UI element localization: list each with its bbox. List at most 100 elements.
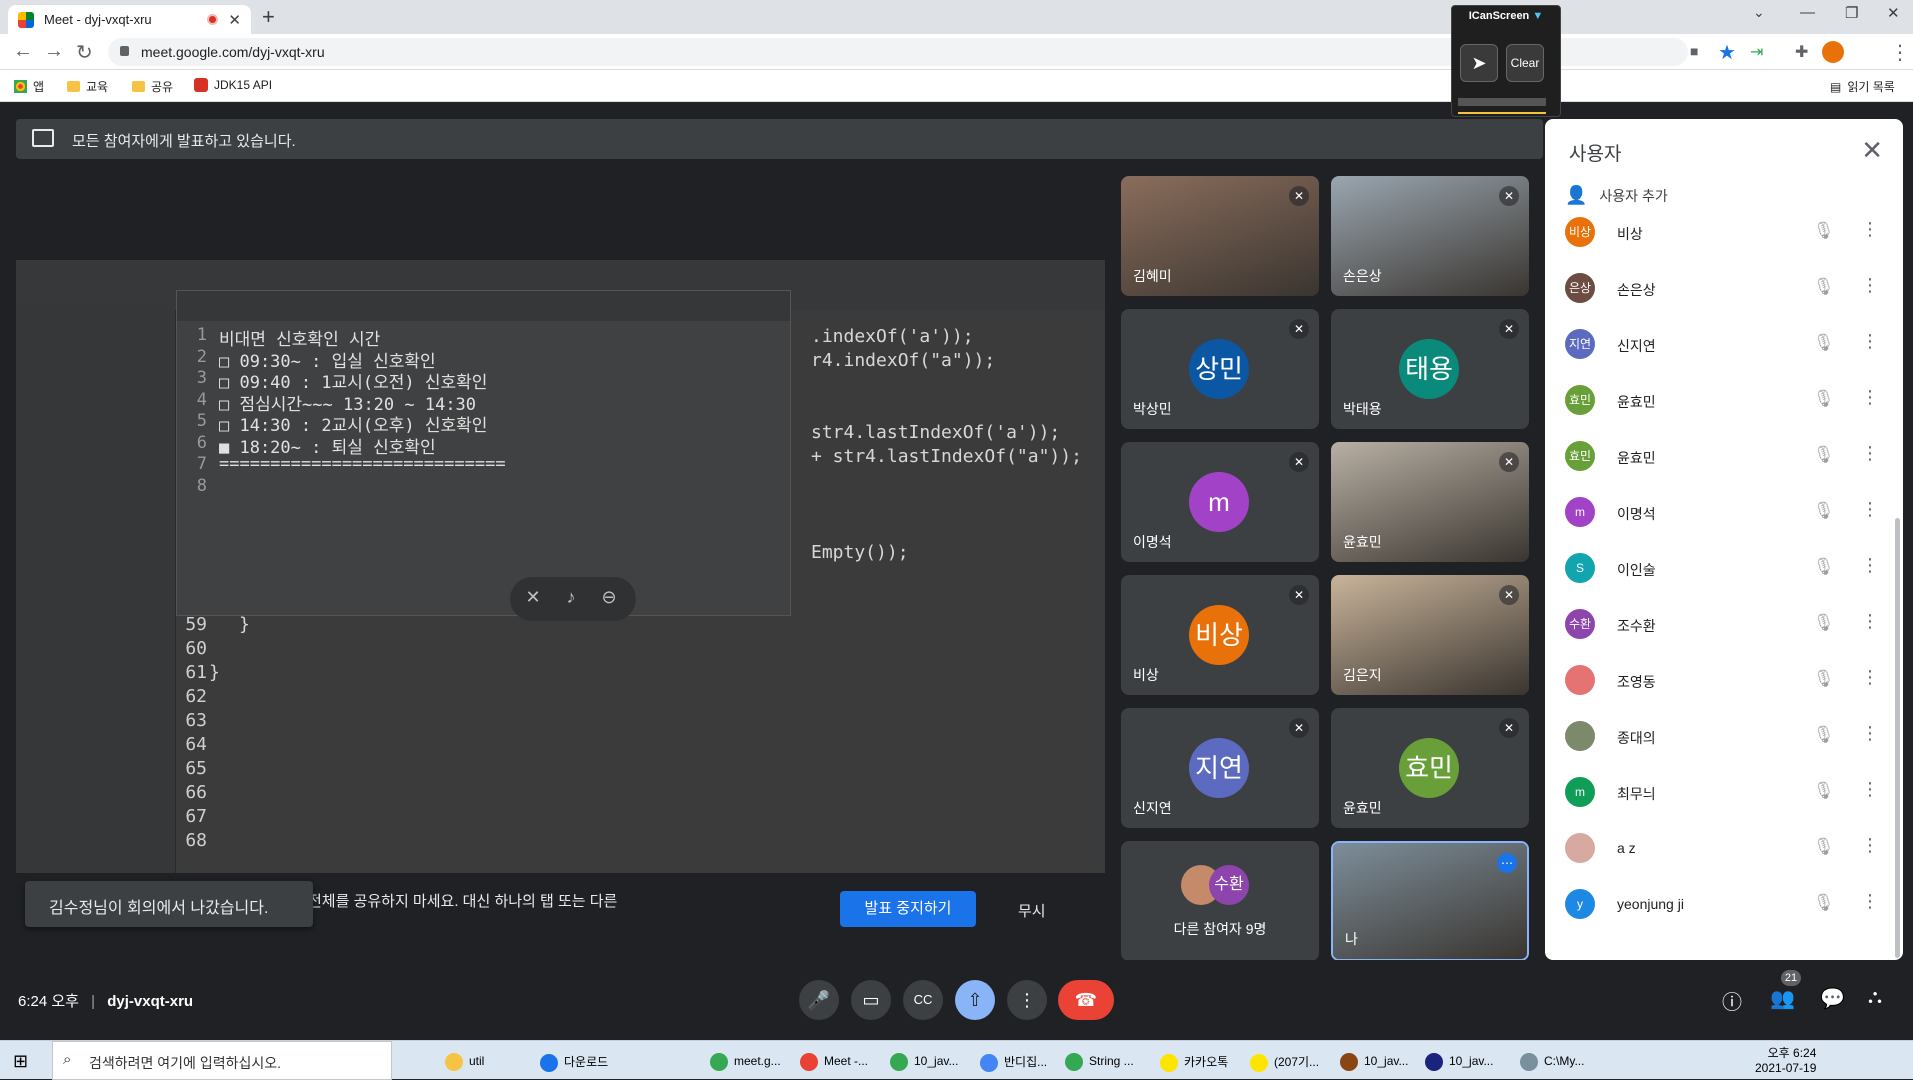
camera-button[interactable]: ▭	[851, 980, 891, 1020]
participant-row[interactable]: m 최무늬 🎙 ⋮	[1565, 771, 1887, 811]
taskbar-item[interactable]: 다운로드	[540, 1053, 608, 1072]
more-icon[interactable]: ⋯	[1497, 853, 1517, 873]
taskbar-item[interactable]: Meet -...	[800, 1053, 868, 1071]
panel-scrollbar[interactable]	[1895, 518, 1900, 958]
close-panel-button[interactable]: ✕	[1861, 135, 1883, 166]
info-icon[interactable]: ⓘ	[1722, 986, 1742, 1015]
mic-off-icon[interactable]: 🎙	[1813, 557, 1835, 577]
tools-strip[interactable]	[1458, 98, 1546, 106]
participant-tile[interactable]: 손은상 ✕	[1331, 176, 1529, 296]
more-options-icon[interactable]: ⋮	[1861, 331, 1879, 352]
more-options-icon[interactable]: ⋮	[1861, 723, 1879, 744]
chat-icon[interactable]: 💬	[1820, 986, 1845, 1011]
participant-tile[interactable]: 비상 비상 ✕	[1121, 575, 1319, 695]
mic-off-icon[interactable]: 🎙	[1813, 781, 1835, 801]
more-options-icon[interactable]: ⋮	[1861, 443, 1879, 464]
more-options-icon[interactable]: ⋮	[1861, 835, 1879, 856]
mic-off-icon[interactable]: 🎙	[1813, 613, 1835, 633]
participant-tile[interactable]: 지연 신지연 ✕	[1121, 708, 1319, 828]
participant-tile[interactable]: 윤효민 ✕	[1331, 442, 1529, 562]
minimize-button[interactable]: —	[1800, 4, 1815, 21]
captions-button[interactable]: CC	[903, 980, 943, 1020]
system-clock[interactable]: 오후 6:24 2021-07-19	[1755, 1044, 1816, 1075]
participant-tile[interactable]: 태용 박태용 ✕	[1331, 309, 1529, 429]
participant-row[interactable]: 조영동 🎙 ⋮	[1565, 659, 1887, 699]
maximize-button[interactable]: ❐	[1845, 4, 1858, 22]
bookmark-share[interactable]: 공유	[132, 78, 173, 95]
more-options-icon[interactable]: ⋮	[1861, 219, 1879, 240]
pin-off-icon[interactable]: ✕	[522, 587, 544, 609]
add-people-button[interactable]: 👤 사용자 추가	[1565, 185, 1668, 206]
reload-icon[interactable]: ↻	[76, 40, 93, 65]
participant-tile[interactable]: 김혜미 ✕	[1121, 176, 1319, 296]
mic-off-icon[interactable]: 🎙	[1813, 501, 1835, 521]
more-options-icon[interactable]: ⋮	[1861, 275, 1879, 296]
taskbar-item[interactable]: String ...	[1065, 1053, 1134, 1071]
participant-row[interactable]: 지연 신지연 🎙 ⋮	[1565, 323, 1887, 363]
participant-tile[interactable]: 나 ⋯	[1331, 841, 1529, 961]
taskbar-item[interactable]: 반디집...	[980, 1053, 1047, 1072]
new-tab-button[interactable]: +	[262, 4, 275, 30]
participant-row[interactable]: 종대의 🎙 ⋮	[1565, 715, 1887, 755]
participant-row[interactable]: a z 🎙 ⋮	[1565, 827, 1887, 867]
activities-icon[interactable]: ⛬	[1868, 986, 1882, 1009]
mic-off-icon[interactable]: 🎙	[1813, 725, 1835, 745]
participant-tile[interactable]: 수환 다른 참여자 9명	[1121, 841, 1319, 961]
mic-off-icon[interactable]: 🎙	[1813, 333, 1835, 353]
participant-row[interactable]: 효민 윤효민 🎙 ⋮	[1565, 435, 1887, 475]
taskbar-item[interactable]: util	[445, 1053, 484, 1071]
avatar[interactable]	[1822, 41, 1844, 63]
taskbar-item[interactable]: 10_jav...	[890, 1053, 958, 1071]
extension-icon[interactable]: ⇥	[1750, 42, 1763, 62]
mic-off-icon[interactable]: 🎙	[1813, 893, 1835, 913]
size-slider[interactable]	[1458, 112, 1546, 114]
puzzle-icon[interactable]: ✚	[1795, 42, 1808, 62]
taskbar-item[interactable]: 10_jav...	[1340, 1053, 1408, 1071]
end-call-button[interactable]: ☎	[1058, 980, 1114, 1020]
camera-icon[interactable]: ■	[1690, 43, 1698, 59]
bookmark-star-icon[interactable]: ★	[1718, 40, 1736, 65]
start-button[interactable]: ⊞	[13, 1051, 28, 1072]
ignore-button[interactable]: 무시	[1018, 900, 1046, 921]
remove-icon[interactable]: ⊖	[598, 587, 620, 609]
participant-row[interactable]: 은상 손은상 🎙 ⋮	[1565, 267, 1887, 307]
participant-tile[interactable]: 상민 박상민 ✕	[1121, 309, 1319, 429]
forward-icon[interactable]: →	[44, 40, 64, 63]
participant-row[interactable]: m 이명석 🎙 ⋮	[1565, 491, 1887, 531]
reading-list[interactable]: ▤ 읽기 목록	[1830, 78, 1895, 95]
taskbar-item[interactable]: 10_jav...	[1425, 1053, 1493, 1071]
clear-button[interactable]: Clear	[1506, 44, 1544, 82]
more-options-icon[interactable]: ⋮	[1861, 667, 1879, 688]
taskbar-item[interactable]: (207기...	[1250, 1053, 1319, 1072]
stop-presenting-button[interactable]: 발표 중지하기	[840, 891, 976, 927]
taskbar-item[interactable]: C:\My...	[1520, 1053, 1584, 1071]
participant-row[interactable]: y yeonjung ji 🎙 ⋮	[1565, 883, 1887, 923]
more-options-icon[interactable]: ⋮	[1861, 891, 1879, 912]
participant-row[interactable]: 수환 조수환 🎙 ⋮	[1565, 603, 1887, 643]
bookmark-education[interactable]: 교육	[67, 78, 108, 95]
participant-row[interactable]: S 이인술 🎙 ⋮	[1565, 547, 1887, 587]
back-icon[interactable]: ←	[13, 40, 33, 63]
mic-button[interactable]: 🎤	[799, 980, 839, 1020]
pointer-button[interactable]: ➤	[1460, 44, 1498, 82]
more-options-icon[interactable]: ⋮	[1861, 387, 1879, 408]
speaker-off-icon[interactable]: ♪	[560, 587, 582, 609]
present-button[interactable]: ⇧	[955, 980, 995, 1020]
taskbar-search[interactable]: ⌕ 검색하려면 여기에 입력하십시오.	[52, 1041, 392, 1080]
more-options-icon[interactable]: ⋮	[1861, 611, 1879, 632]
mic-off-icon[interactable]: 🎙	[1813, 669, 1835, 689]
mic-off-icon[interactable]: 🎙	[1813, 837, 1835, 857]
more-options-icon[interactable]: ⋮	[1861, 555, 1879, 576]
mic-off-icon[interactable]: 🎙	[1813, 389, 1835, 409]
browser-tab[interactable]: Meet - dyj-vxqt-xru ✕	[8, 5, 251, 34]
more-options-icon[interactable]: ⋮	[1861, 779, 1879, 800]
people-icon[interactable]: 👥	[1770, 986, 1795, 1011]
tab-search-icon[interactable]: ⌄	[1753, 4, 1765, 21]
close-tab-icon[interactable]: ✕	[228, 11, 241, 29]
bookmark-jdk[interactable]: JDK15 API	[194, 78, 272, 92]
mic-off-icon[interactable]: 🎙	[1813, 221, 1835, 241]
mic-off-icon[interactable]: 🎙	[1813, 277, 1835, 297]
menu-icon[interactable]: ⋮	[1890, 40, 1910, 65]
bookmark-apps[interactable]: 앱	[14, 78, 44, 95]
participant-row[interactable]: 효민 윤효민 🎙 ⋮	[1565, 379, 1887, 419]
